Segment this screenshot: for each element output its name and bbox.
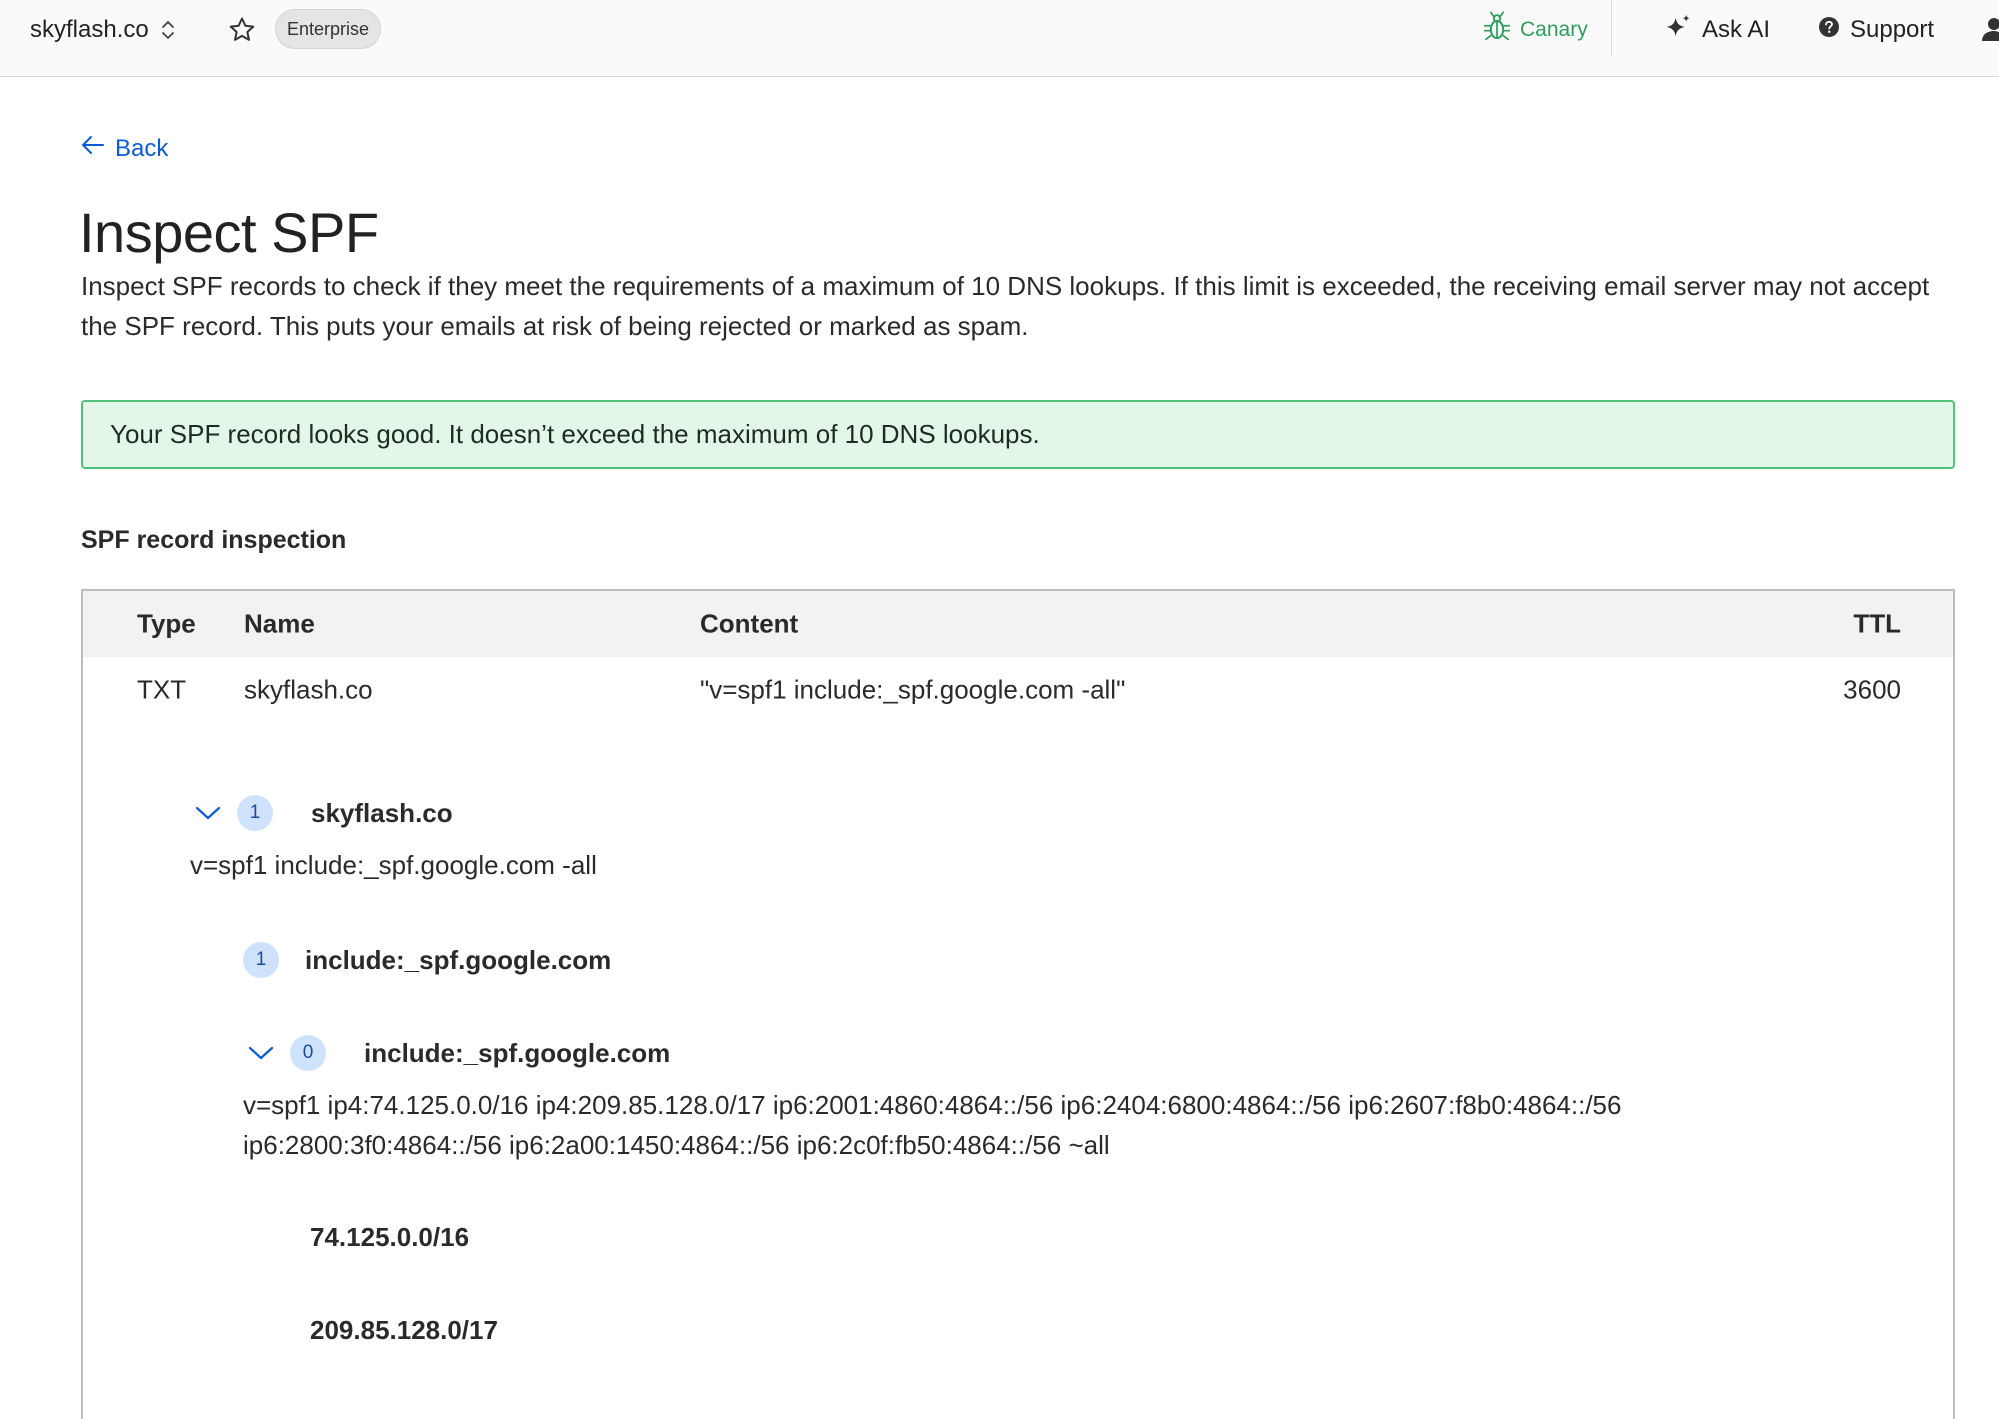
star-icon[interactable] — [224, 12, 260, 48]
chevron-down-icon[interactable] — [193, 798, 223, 828]
table-header: Type Name Content TTL — [83, 591, 1953, 657]
cell-content: "v=spf1 include:_spf.google.com -all" — [700, 674, 1126, 705]
column-header-name: Name — [244, 608, 315, 639]
back-label: Back — [115, 134, 169, 162]
canary-toggle[interactable]: Canary — [1482, 11, 1588, 49]
cell-type: TXT — [137, 674, 187, 705]
cell-name: skyflash.co — [244, 674, 373, 705]
spf-record-text: v=spf1 include:_spf.google.com -all — [190, 850, 597, 880]
column-header-type: Type — [137, 608, 196, 639]
chevron-down-icon[interactable] — [246, 1038, 276, 1068]
spf-record-text-line-1: v=spf1 ip4:74.125.0.0/16 ip4:209.85.128.… — [243, 1090, 1622, 1120]
table-row: TXT skyflash.co "v=spf1 include:_spf.goo… — [83, 657, 1953, 723]
cell-ttl: 3600 — [1843, 674, 1901, 705]
account-switcher[interactable]: skyflash.co — [30, 14, 175, 46]
page-description: Inspect SPF records to check if they mee… — [81, 271, 1930, 341]
sparkle-icon — [1664, 13, 1692, 48]
canary-label: Canary — [1520, 18, 1588, 41]
arrow-left-icon — [81, 134, 105, 163]
plan-badge: Enterprise — [275, 9, 382, 49]
spf-tree-include-expanded[interactable]: 0 include:_spf.google.com — [246, 1035, 670, 1071]
spf-node-label: include:_spf.google.com — [305, 944, 612, 975]
support-button[interactable]: Support — [1818, 12, 1934, 48]
spf-node-label: include:_spf.google.com — [364, 1037, 671, 1068]
spf-record-table: Type Name Content TTL TXT skyflash.co "v… — [81, 589, 1955, 1419]
back-link[interactable]: Back — [81, 134, 168, 163]
user-icon[interactable] — [1980, 16, 1999, 42]
ip-range-entry: 74.125.0.0/16 — [310, 1222, 470, 1252]
success-message: Your SPF record looks good. It doesn’t e… — [110, 419, 1040, 449]
spf-node-label: skyflash.co — [311, 797, 453, 828]
bug-icon — [1482, 11, 1512, 49]
help-circle-icon — [1818, 16, 1840, 45]
topbar-divider — [1611, 0, 1612, 57]
lookup-count-badge: 1 — [243, 942, 279, 978]
page-title: Inspect SPF — [79, 201, 379, 264]
ip-range-entry: 209.85.128.0/17 — [310, 1315, 498, 1345]
spf-tree-include-collapsed[interactable]: 1 include:_spf.google.com — [243, 942, 611, 978]
column-header-ttl: TTL — [1853, 608, 1901, 639]
success-banner: Your SPF record looks good. It doesn’t e… — [81, 400, 1955, 469]
ask-ai-label: Ask AI — [1702, 16, 1771, 43]
column-header-content: Content — [700, 608, 799, 639]
spf-record-text-line-2: ip6:2800:3f0:4864::/56 ip6:2a00:1450:486… — [243, 1130, 1110, 1160]
lookup-count-badge: 0 — [290, 1035, 326, 1071]
ask-ai-button[interactable]: Ask AI — [1664, 12, 1770, 48]
section-heading: SPF record inspection — [81, 526, 347, 554]
lookup-count-badge: 1 — [237, 795, 273, 831]
spf-tree-root[interactable]: 1 skyflash.co — [193, 795, 453, 831]
account-name: skyflash.co — [30, 16, 149, 43]
chevron-up-down-icon — [161, 19, 175, 41]
top-bar: skyflash.co Enterprise Canary Ask AI Sup… — [0, 0, 1999, 77]
support-label: Support — [1850, 16, 1935, 43]
